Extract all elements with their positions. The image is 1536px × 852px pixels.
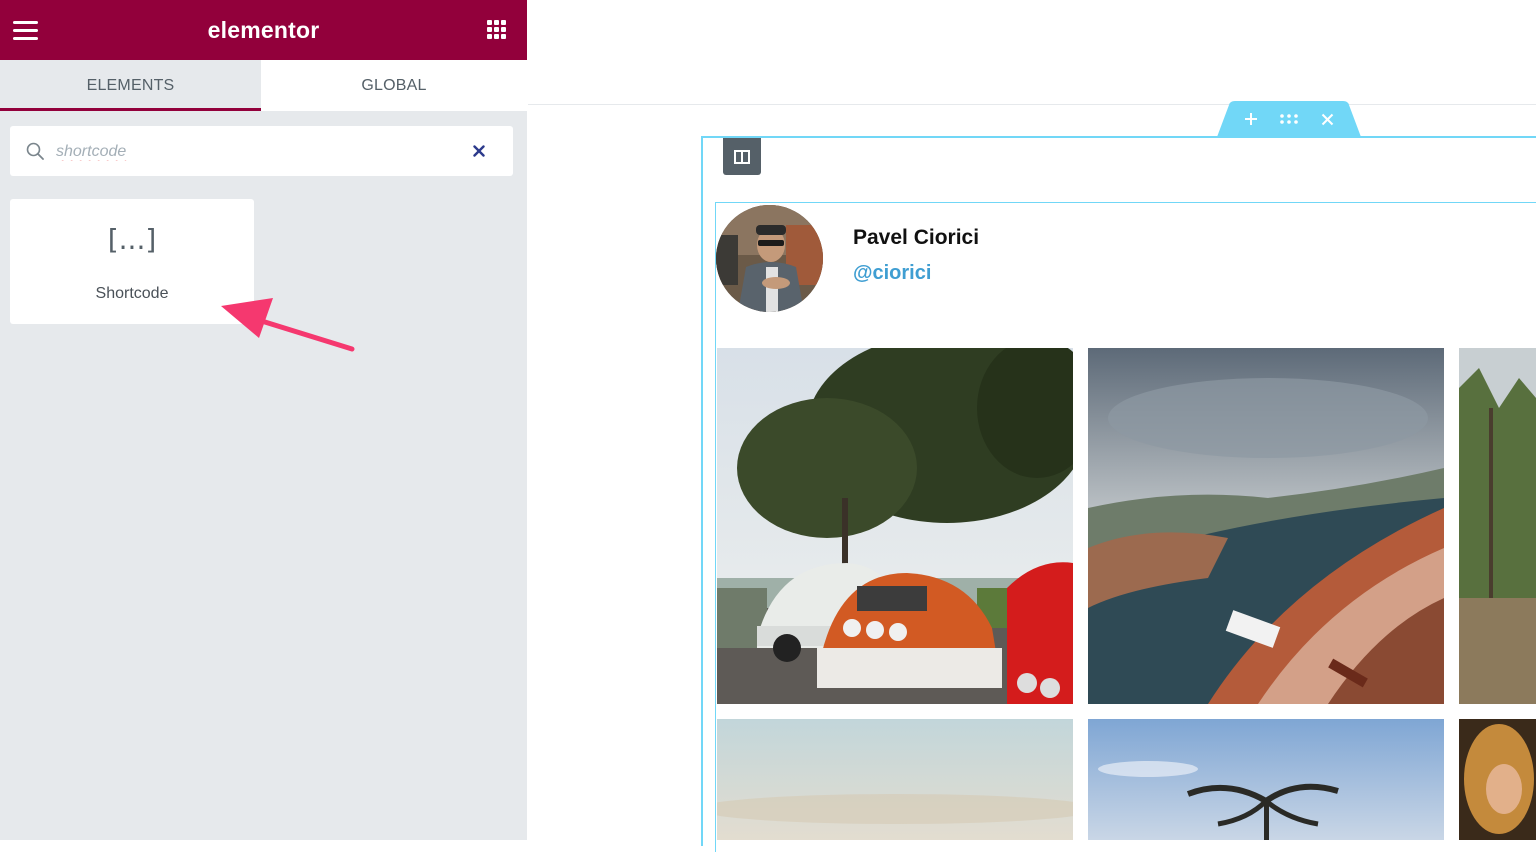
shortcode-icon: [...] bbox=[107, 223, 157, 256]
editor-panel: elementor ELEMENTS GLOBAL [...] Shortcod… bbox=[0, 0, 527, 840]
tab-elements[interactable]: ELEMENTS bbox=[0, 60, 261, 111]
tab-global[interactable]: GLOBAL bbox=[261, 60, 527, 111]
search-icon bbox=[26, 142, 44, 160]
brand-logo: elementor bbox=[207, 16, 320, 43]
header-divider bbox=[528, 104, 1536, 105]
add-section-icon[interactable] bbox=[1241, 109, 1261, 129]
drag-section-icon[interactable] bbox=[1279, 109, 1299, 129]
annotation-arrow-icon bbox=[221, 298, 355, 352]
feed-photo[interactable] bbox=[717, 348, 1073, 704]
feed-photo[interactable] bbox=[1088, 348, 1444, 704]
delete-section-icon[interactable] bbox=[1317, 109, 1337, 129]
search-input[interactable] bbox=[54, 136, 458, 168]
column-handle[interactable] bbox=[723, 138, 761, 175]
feed-photo[interactable] bbox=[1459, 348, 1536, 704]
feed-photo[interactable] bbox=[717, 719, 1073, 840]
panel-header: elementor bbox=[0, 0, 527, 60]
clear-search-icon[interactable] bbox=[469, 141, 489, 161]
avatar bbox=[716, 205, 823, 312]
profile-handle-link[interactable]: @ciorici bbox=[853, 262, 931, 285]
widget-search bbox=[10, 126, 513, 176]
menu-icon[interactable] bbox=[13, 19, 38, 41]
section-handle bbox=[1217, 101, 1361, 137]
profile-name: Pavel Ciorici bbox=[853, 226, 980, 249]
feed-photo[interactable] bbox=[1088, 719, 1444, 840]
panel-tabs: ELEMENTS GLOBAL bbox=[0, 60, 527, 111]
feed-photo[interactable] bbox=[1459, 719, 1536, 840]
widgets-grid-icon[interactable] bbox=[487, 20, 507, 40]
column-icon bbox=[734, 149, 750, 164]
